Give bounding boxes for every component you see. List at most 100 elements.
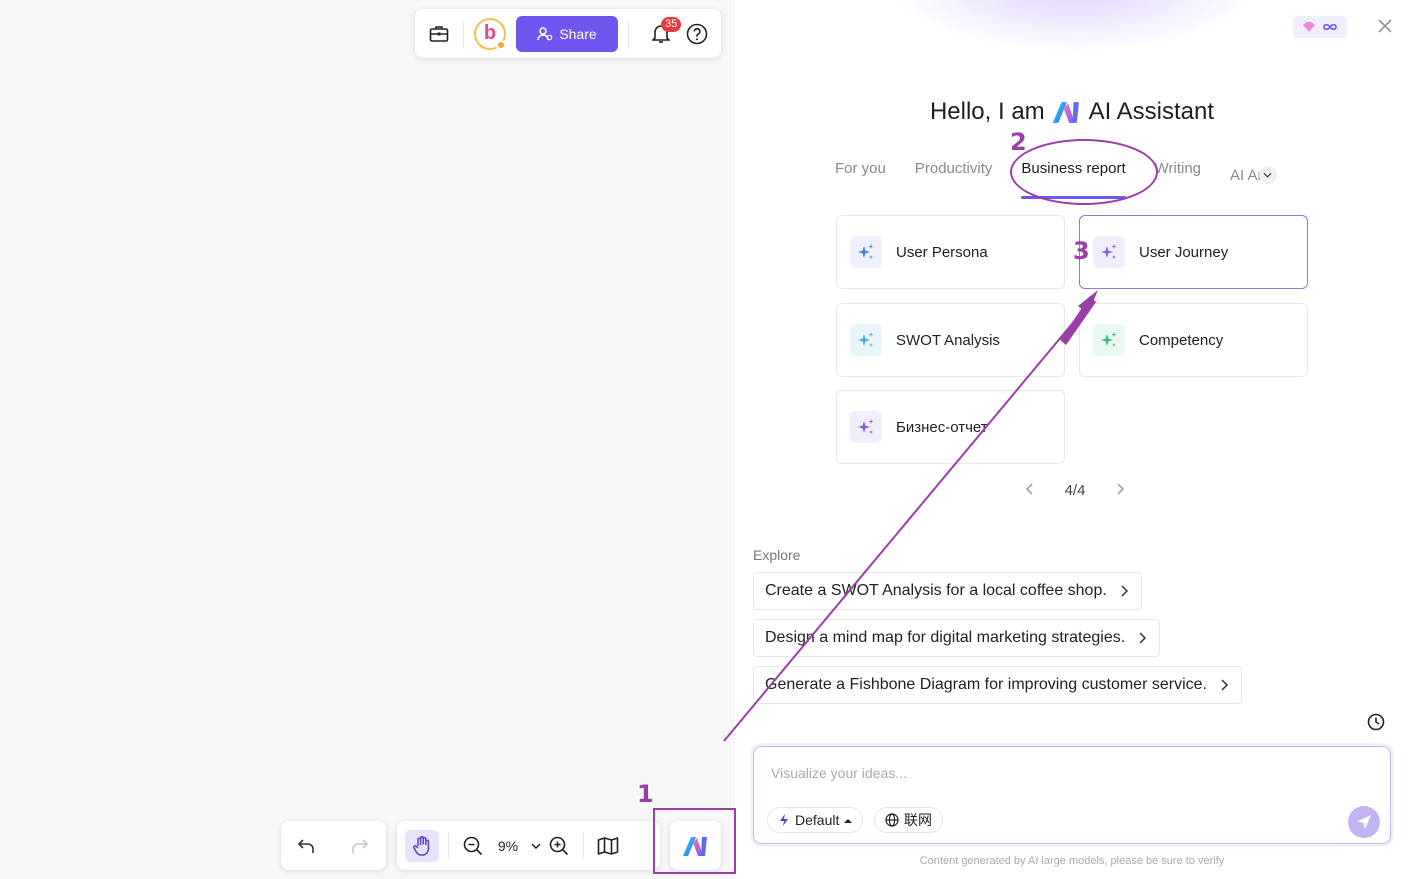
explore-item[interactable]: Generate a Fishbone Diagram for improvin… [753, 666, 1242, 704]
chevron-right-icon [1117, 483, 1125, 495]
pager-prev-button[interactable] [1025, 482, 1033, 499]
card-pager: 4/4 [1025, 482, 1125, 499]
zoom-level[interactable]: 9% [488, 838, 528, 854]
card-label: SWOT Analysis [896, 331, 1000, 349]
zoom-toolbar: 9% [397, 821, 660, 870]
card-label: Competency [1139, 331, 1224, 349]
greeting-suffix: AI Assistant [1088, 98, 1215, 125]
toolbar-divider [448, 832, 449, 859]
card-swot-analysis[interactable]: SWOT Analysis [836, 303, 1065, 377]
redo-button[interactable] [333, 821, 385, 870]
avatar-logo-icon: b [483, 22, 497, 44]
pager-next-button[interactable] [1117, 482, 1125, 499]
explore-item-label: Design a mind map for digital marketing … [765, 629, 1126, 646]
sparkle-icon [850, 411, 882, 443]
undo-button[interactable] [281, 821, 333, 870]
history-toolbar [281, 821, 386, 870]
card-label: Бизнес-отчет [896, 418, 988, 436]
share-button[interactable]: Share [516, 15, 618, 52]
card-user-journey[interactable]: User Journey [1079, 215, 1308, 289]
zoom-out-button[interactable] [458, 831, 488, 861]
tab-productivity[interactable]: Productivity [915, 160, 993, 190]
zoom-dropdown[interactable] [528, 831, 544, 861]
clock-icon [1367, 713, 1385, 731]
vip-chip[interactable] [1293, 16, 1347, 38]
card-competency[interactable]: Competency [1079, 303, 1308, 377]
user-avatar[interactable]: b [474, 17, 506, 50]
header-glow [895, 0, 1255, 50]
chevron-down-icon [1263, 172, 1272, 178]
chevron-down-icon [531, 842, 541, 849]
send-button[interactable] [1348, 806, 1380, 838]
web-search-toggle[interactable]: 联网 [874, 807, 943, 833]
tabs-more-button[interactable] [1258, 166, 1277, 184]
ai-logo-icon [1051, 100, 1083, 124]
canvas-area[interactable]: b Share 35 9% [0, 0, 735, 879]
tab-writing[interactable]: Writing [1155, 160, 1201, 190]
gem-icon [1303, 22, 1315, 32]
prompt-placeholder[interactable]: Visualize your ideas... [771, 765, 907, 781]
annotation-box [653, 808, 736, 874]
ai-disclaimer: Content generated by AI large models, pl… [919, 855, 1225, 867]
toolbar-divider [463, 20, 464, 47]
chevron-right-icon [1139, 632, 1147, 644]
sparkle-icon [850, 324, 882, 356]
sparkle-icon [850, 236, 882, 268]
mode-selector-label: Default [795, 812, 840, 828]
explore-item[interactable]: Design a mind map for digital marketing … [753, 619, 1161, 657]
notification-badge: 35 [661, 16, 682, 32]
map-icon [597, 836, 619, 855]
zoom-in-icon [549, 836, 569, 855]
card-business-report-ru[interactable]: Бизнес-отчет [836, 390, 1065, 464]
chevron-right-icon [1121, 585, 1128, 597]
explore-item[interactable]: Create a SWOT Analysis for a local coffe… [753, 572, 1142, 610]
card-label: User Persona [896, 243, 988, 261]
globe-icon [885, 813, 899, 827]
close-icon [1378, 19, 1392, 33]
explore-heading: Explore [753, 547, 801, 563]
toolbox-icon[interactable] [425, 20, 453, 48]
annotation-step-1: 1 [637, 780, 654, 808]
toolbar-divider [628, 20, 629, 47]
chevron-right-icon [1221, 679, 1229, 691]
minimap-button[interactable] [593, 831, 623, 861]
close-panel-button[interactable] [1375, 16, 1395, 36]
annotation-step-2: 2 [1010, 128, 1027, 156]
share-label: Share [559, 25, 597, 42]
tab-ai-art[interactable]: AI Ar [1230, 160, 1277, 190]
history-button[interactable] [1367, 713, 1385, 736]
pager-indicator: 4/4 [1064, 482, 1086, 499]
notification-bell[interactable]: 35 [647, 16, 682, 48]
annotation-step-3: 3 [1073, 237, 1090, 265]
sparkle-icon [1093, 324, 1125, 356]
ai-assistant-panel: Hello, I am AI Assistant For you Product… [735, 0, 1409, 879]
redo-icon [352, 838, 369, 853]
hand-tool-button[interactable] [405, 829, 439, 862]
greeting-prefix: Hello, I am [929, 98, 1045, 125]
lightning-icon [780, 814, 788, 826]
mode-selector[interactable]: Default [767, 807, 864, 833]
hand-icon [413, 835, 430, 856]
annotation-circle [1010, 139, 1158, 205]
sparkle-icon [1093, 236, 1125, 268]
explore-item-label: Generate a Fishbone Diagram for improvin… [765, 676, 1207, 693]
explore-item-label: Create a SWOT Analysis for a local coffe… [765, 582, 1107, 599]
add-user-icon [537, 26, 553, 40]
tab-for-you[interactable]: For you [835, 160, 886, 190]
greeting-title: Hello, I am AI Assistant [735, 98, 1409, 126]
prompt-input-box[interactable]: Visualize your ideas... Default 联网 [753, 746, 1391, 844]
chevron-left-icon [1025, 483, 1033, 495]
top-toolbar: b Share 35 [415, 9, 721, 58]
zoom-out-icon [463, 836, 483, 855]
send-icon [1357, 815, 1371, 829]
caret-up-icon [844, 818, 853, 823]
zoom-in-button[interactable] [544, 831, 574, 861]
card-label: User Journey [1139, 243, 1229, 261]
card-user-persona[interactable]: User Persona [836, 215, 1065, 289]
avatar-status-dot [496, 39, 506, 50]
undo-icon [297, 838, 314, 853]
tab-ai-art-label: AI Ar [1230, 166, 1263, 184]
help-icon[interactable] [683, 20, 711, 48]
toolbar-divider [583, 832, 584, 859]
infinity-icon [1323, 23, 1337, 31]
